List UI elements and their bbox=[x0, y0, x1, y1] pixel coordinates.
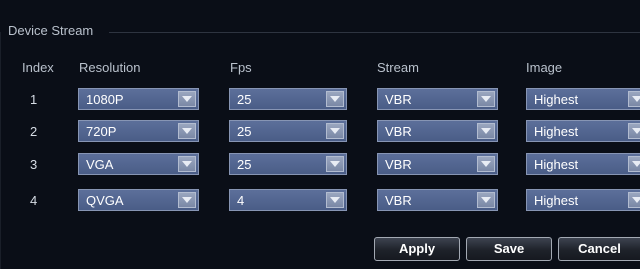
image-select[interactable]: Highest bbox=[526, 153, 640, 175]
fps-select[interactable]: 25 bbox=[229, 120, 347, 142]
chevron-down-icon[interactable] bbox=[326, 192, 344, 208]
stream-select[interactable]: VBR bbox=[377, 153, 498, 175]
save-button[interactable]: Save bbox=[466, 237, 552, 261]
chevron-down-icon[interactable] bbox=[178, 192, 196, 208]
fps-value: 25 bbox=[237, 92, 252, 107]
chevron-down-icon[interactable] bbox=[477, 91, 495, 107]
image-select[interactable]: Highest bbox=[526, 120, 640, 142]
chevron-down-icon[interactable] bbox=[178, 123, 196, 139]
row-index: 1 bbox=[30, 92, 38, 107]
image-value: Highest bbox=[534, 157, 579, 172]
fps-select[interactable]: 25 bbox=[229, 88, 347, 110]
stream-value: VBR bbox=[385, 124, 412, 139]
column-header-fps: Fps bbox=[230, 60, 252, 75]
stream-select[interactable]: VBR bbox=[377, 120, 498, 142]
resolution-value: 1080P bbox=[86, 92, 124, 107]
chevron-down-icon[interactable] bbox=[628, 156, 640, 172]
fps-value: 25 bbox=[237, 157, 252, 172]
chevron-down-icon[interactable] bbox=[477, 123, 495, 139]
image-value: Highest bbox=[534, 193, 579, 208]
column-header-stream: Stream bbox=[377, 60, 419, 75]
chevron-down-icon[interactable] bbox=[628, 91, 640, 107]
fps-select[interactable]: 25 bbox=[229, 153, 347, 175]
chevron-down-icon[interactable] bbox=[477, 192, 495, 208]
resolution-value: 720P bbox=[86, 124, 117, 139]
image-select[interactable]: Highest bbox=[526, 189, 640, 211]
chevron-down-icon[interactable] bbox=[326, 123, 344, 139]
chevron-down-icon[interactable] bbox=[628, 192, 640, 208]
stream-value: VBR bbox=[385, 92, 412, 107]
resolution-select[interactable]: 1080P bbox=[78, 88, 199, 110]
group-divider bbox=[109, 32, 640, 33]
resolution-value: QVGA bbox=[86, 193, 124, 208]
resolution-select[interactable]: VGA bbox=[78, 153, 199, 175]
row-index: 2 bbox=[30, 124, 38, 139]
resolution-select[interactable]: QVGA bbox=[78, 189, 199, 211]
stream-value: VBR bbox=[385, 193, 412, 208]
chevron-down-icon[interactable] bbox=[178, 91, 196, 107]
resolution-value: VGA bbox=[86, 157, 114, 172]
chevron-down-icon[interactable] bbox=[628, 123, 640, 139]
fps-select[interactable]: 4 bbox=[229, 189, 347, 211]
chevron-down-icon[interactable] bbox=[326, 156, 344, 172]
apply-button[interactable]: Apply bbox=[374, 237, 460, 261]
column-header-resolution: Resolution bbox=[79, 60, 141, 75]
chevron-down-icon[interactable] bbox=[326, 91, 344, 107]
image-value: Highest bbox=[534, 92, 579, 107]
row-index: 4 bbox=[30, 193, 38, 208]
image-select[interactable]: Highest bbox=[526, 88, 640, 110]
row-index: 3 bbox=[30, 157, 38, 172]
column-header-image: Image bbox=[526, 60, 563, 75]
image-value: Highest bbox=[534, 124, 579, 139]
resolution-select[interactable]: 720P bbox=[78, 120, 199, 142]
column-header-index: Index bbox=[22, 60, 54, 75]
group-title: Device Stream bbox=[8, 23, 94, 38]
stream-value: VBR bbox=[385, 157, 412, 172]
fps-value: 4 bbox=[237, 193, 245, 208]
stream-select[interactable]: VBR bbox=[377, 189, 498, 211]
device-stream-panel: Device Stream Index Resolution Fps Strea… bbox=[0, 0, 640, 269]
stream-select[interactable]: VBR bbox=[377, 88, 498, 110]
chevron-down-icon[interactable] bbox=[178, 156, 196, 172]
chevron-down-icon[interactable] bbox=[477, 156, 495, 172]
cancel-button[interactable]: Cancel bbox=[558, 237, 640, 261]
group-border bbox=[0, 32, 1, 269]
fps-value: 25 bbox=[237, 124, 252, 139]
